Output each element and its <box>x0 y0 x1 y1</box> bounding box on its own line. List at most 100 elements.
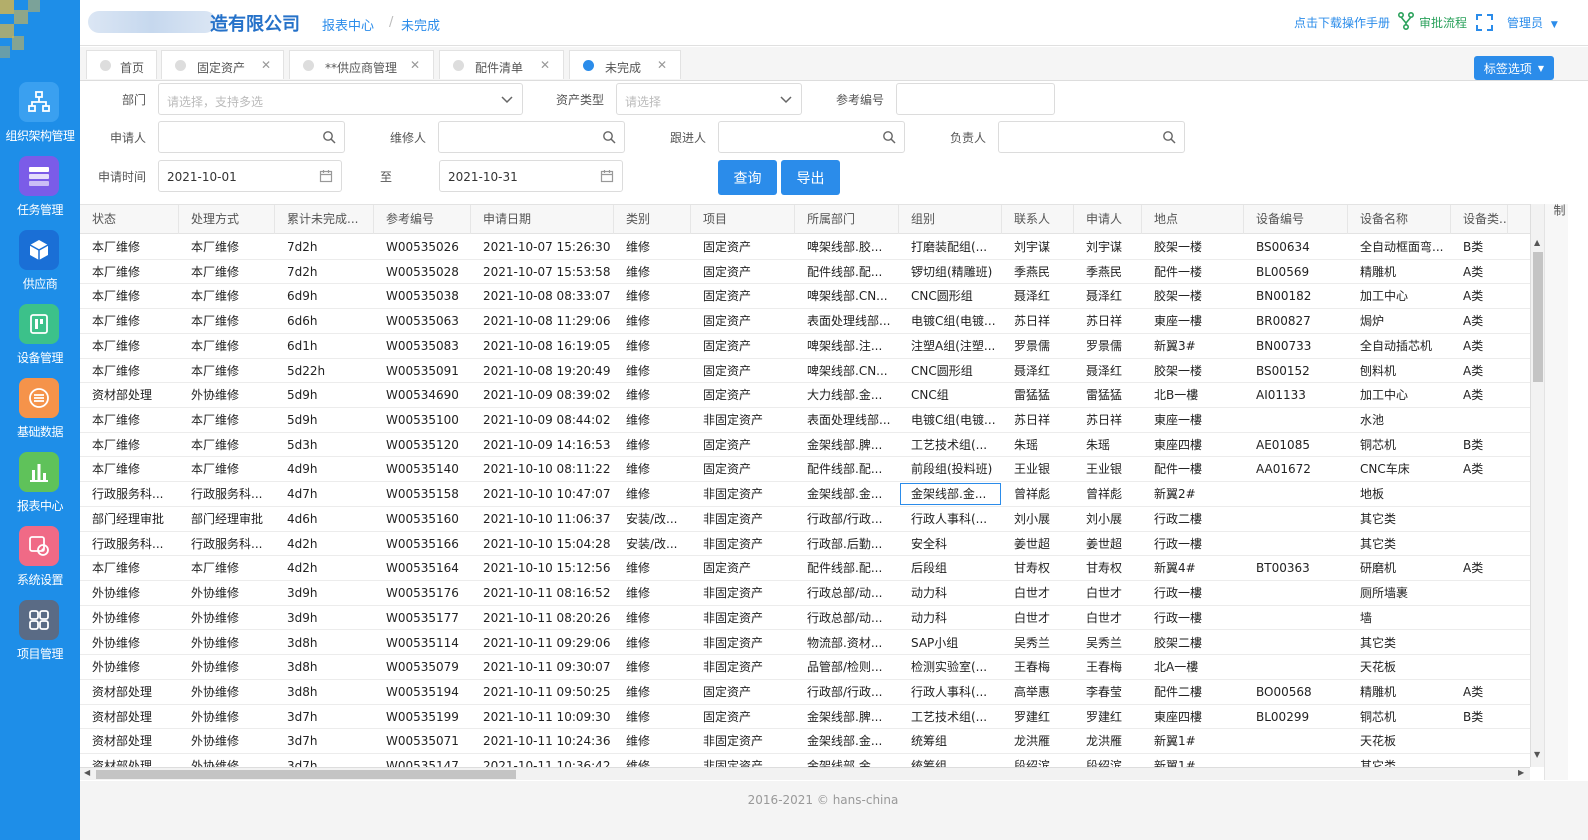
export-button[interactable]: 导出 <box>781 160 840 195</box>
scroll-down-icon[interactable]: ▼ <box>1534 750 1540 759</box>
table-cell: 安全科 <box>911 536 948 551</box>
table-cell <box>1451 581 1508 605</box>
column-header[interactable]: 设备编号 <box>1244 205 1348 234</box>
table-cell <box>1451 532 1508 556</box>
table-row[interactable]: 外协维修 外协维修 3d9h W00535177 2021-10-11 08:20:26… <box>80 606 1544 631</box>
horizontal-scrollbar[interactable]: ◀ ▶ <box>80 767 1530 780</box>
applicant-input[interactable] <box>158 121 345 153</box>
table-cell: 金架线部.金... <box>807 734 883 749</box>
table-cell: 全自动插芯机 <box>1360 338 1433 353</box>
table-row[interactable]: 行政服务科... 行政服务科... 4d2h W00535166 2021-10-10 … <box>80 532 1544 557</box>
scroll-up-icon[interactable]: ▲ <box>1534 238 1540 247</box>
column-header[interactable]: 组别 <box>899 205 1002 234</box>
breadcrumb-report-center[interactable]: 报表中心 <box>322 15 374 34</box>
column-header[interactable]: 参考编号 <box>374 205 471 234</box>
column-header[interactable]: 设备类... <box>1451 205 1508 234</box>
tab-parts-list[interactable]: 配件清单 ✕ <box>439 50 564 79</box>
table-row[interactable]: 本厂维修 本厂维修 5d22h W00535091 2021-10-08 19:20:4… <box>80 359 1544 384</box>
sidebar-item-bar-chart[interactable]: 报表中心 <box>0 452 80 524</box>
table-row[interactable]: 本厂维修 本厂维修 6d6h W00535063 2021-10-08 11:29:06… <box>80 309 1544 334</box>
table-row[interactable]: 本厂维修 本厂维修 5d9h W00535100 2021-10-09 08:44:02… <box>80 408 1544 433</box>
dept-select[interactable]: 请选择，支持多选 <box>158 83 523 115</box>
column-header[interactable]: 处理方式 <box>179 205 275 234</box>
table-row[interactable]: 资材部处理 外协维修 3d7h W00535147 2021-10-11 10:36:4… <box>80 754 1544 767</box>
tab-dot-icon <box>100 60 111 71</box>
scroll-left-icon[interactable]: ◀ <box>84 768 90 777</box>
table-cell: 本厂维修 <box>191 462 240 477</box>
column-header[interactable]: 类别 <box>614 205 691 234</box>
table-row[interactable]: 行政服务科... 行政服务科... 4d7h W00535158 2021-10-10 … <box>80 482 1544 507</box>
table-row[interactable]: 资材部处理 外协维修 5d9h W00534690 2021-10-09 08:39:0… <box>80 383 1544 408</box>
close-icon[interactable]: ✕ <box>540 58 550 72</box>
column-toggle[interactable]: 制 <box>1544 204 1568 780</box>
sidebar-item-grid[interactable]: 项目管理 <box>0 600 80 672</box>
tab-fixed-assets[interactable]: 固定资产 ✕ <box>161 50 284 79</box>
table-cell: 白世才 <box>1014 610 1051 625</box>
table-row[interactable]: 本厂维修 本厂维修 5d3h W00535120 2021-10-09 14:16:53… <box>80 433 1544 458</box>
date-from-input[interactable]: 2021-10-01 <box>158 160 342 192</box>
tag-options-button[interactable]: 标签选项 ▼ <box>1474 56 1554 80</box>
table-row[interactable]: 外协维修 外协维修 3d8h W00535114 2021-10-11 09:29:06… <box>80 631 1544 656</box>
download-manual-link[interactable]: 点击下载操作手册 <box>1294 14 1390 31</box>
approval-flow-link[interactable]: 审批流程 <box>1419 14 1467 31</box>
column-header[interactable]: 项目 <box>691 205 795 234</box>
table-row[interactable]: 本厂维修 本厂维修 7d2h W00535026 2021-10-07 15:26:30… <box>80 235 1544 260</box>
asset-type-select[interactable]: 请选择 <box>616 83 802 115</box>
tab-supplier-management[interactable]: **供应商管理 ✕ <box>289 50 434 79</box>
chevron-down-icon: ▼ <box>1537 63 1545 73</box>
search-icon[interactable] <box>322 130 336 144</box>
table-row[interactable]: 本厂维修 本厂维修 6d1h W00535083 2021-10-08 16:19:05… <box>80 334 1544 359</box>
calendar-icon[interactable] <box>319 169 333 183</box>
table-row[interactable]: 本厂维修 本厂维修 7d2h W00535028 2021-10-07 15:53:58… <box>80 260 1544 285</box>
sidebar-item-data[interactable]: 基础数据 <box>0 378 80 450</box>
column-header[interactable]: 状态 <box>80 205 179 234</box>
tab-incomplete[interactable]: 未完成 ✕ <box>569 50 681 79</box>
sidebar-item-task-list[interactable]: 任务管理 <box>0 156 80 228</box>
sidebar-item-box[interactable]: 供应商 <box>0 230 80 302</box>
column-header[interactable]: 申请日期 <box>471 205 614 234</box>
follower-input[interactable] <box>718 121 905 153</box>
table-cell: 维修 <box>626 759 651 767</box>
table-row[interactable]: 外协维修 外协维修 3d9h W00535176 2021-10-11 08:16:52… <box>80 581 1544 606</box>
column-header[interactable]: 联系人 <box>1002 205 1074 234</box>
search-icon[interactable] <box>882 130 896 144</box>
sidebar-item-settings[interactable]: 系统设置 <box>0 526 80 598</box>
tab-home[interactable]: 首页 <box>86 50 157 79</box>
search-icon[interactable] <box>602 130 616 144</box>
search-icon[interactable] <box>1162 130 1176 144</box>
column-header[interactable]: 申请人 <box>1074 205 1142 234</box>
calendar-icon[interactable] <box>600 169 614 183</box>
vertical-scrollbar[interactable]: ▲ ▼ <box>1530 204 1544 767</box>
fullscreen-icon[interactable] <box>1476 14 1493 31</box>
scroll-right-icon[interactable]: ▶ <box>1518 768 1524 777</box>
column-header[interactable]: 地点 <box>1142 205 1244 234</box>
column-header[interactable]: 设备名称 <box>1348 205 1451 234</box>
owner-input[interactable] <box>998 121 1185 153</box>
column-header[interactable]: 所属部门 <box>795 205 899 234</box>
grid-icon <box>19 600 59 640</box>
vertical-scroll-thumb[interactable] <box>1533 252 1543 382</box>
approval-flow-icon[interactable] <box>1398 12 1414 30</box>
table-cell: 固定资产 <box>703 264 752 279</box>
sidebar-item-device[interactable]: 设备管理 <box>0 304 80 376</box>
date-to-input[interactable]: 2021-10-31 <box>439 160 623 192</box>
repairer-input[interactable] <box>438 121 625 153</box>
table-row[interactable]: 本厂维修 本厂维修 4d9h W00535140 2021-10-10 08:11:22… <box>80 457 1544 483</box>
user-menu[interactable]: 管理员 ▼ <box>1507 14 1558 31</box>
table-row[interactable]: 外协维修 外协维修 3d8h W00535079 2021-10-11 09:30:07… <box>80 655 1544 680</box>
query-button[interactable]: 查询 <box>718 160 777 195</box>
table-row[interactable]: 资材部处理 外协维修 3d7h W00535199 2021-10-11 10:09:3… <box>80 705 1544 730</box>
table-row[interactable]: 本厂维修 本厂维修 4d2h W00535164 2021-10-10 15:12:56… <box>80 556 1544 582</box>
column-header[interactable]: 累计未完成... <box>275 205 374 234</box>
table-row[interactable]: 部门经理审批 部门经理审批 4d6h W00535160 2021-10-10 11:0… <box>80 507 1544 532</box>
ref-no-input[interactable] <box>896 83 1055 115</box>
horizontal-scroll-thumb[interactable] <box>96 770 516 779</box>
table-row[interactable]: 本厂维修 本厂维修 6d9h W00535038 2021-10-08 08:33:07… <box>80 284 1544 310</box>
table-row[interactable]: 资材部处理 外协维修 3d7h W00535071 2021-10-11 10:24:3… <box>80 729 1544 755</box>
sidebar-item-org-chart[interactable]: 组织架构管理 <box>0 82 80 154</box>
close-icon[interactable]: ✕ <box>657 58 667 72</box>
table-row[interactable]: 资材部处理 外协维修 3d8h W00535194 2021-10-11 09:50:2… <box>80 680 1544 705</box>
close-icon[interactable]: ✕ <box>410 58 420 72</box>
close-icon[interactable]: ✕ <box>261 58 271 72</box>
table-cell: 4d6h <box>287 511 318 526</box>
